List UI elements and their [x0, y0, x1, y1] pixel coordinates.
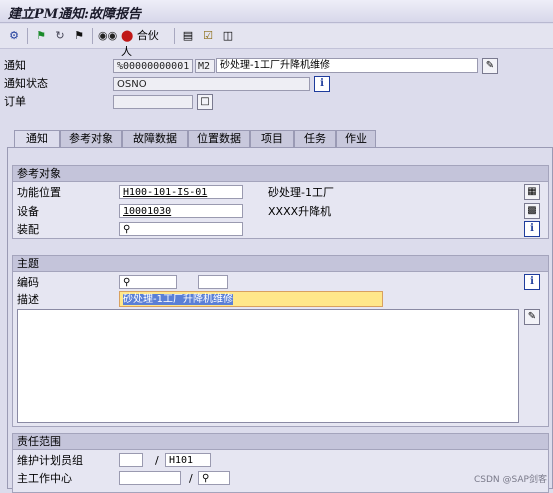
- description-value: 砂处理-1工厂升降机维修: [123, 294, 233, 305]
- equipment-structure-button[interactable]: ▩: [524, 203, 540, 219]
- binoculars-icon[interactable]: ◉◉: [98, 28, 117, 44]
- tab-items[interactable]: 项目: [250, 130, 294, 147]
- watermark: CSDN @SAP剑客: [474, 475, 547, 485]
- partner-icon: ⬤: [121, 29, 134, 42]
- main-work-center-label: 主工作中心: [17, 472, 72, 485]
- planning-plant-value: H101: [169, 455, 194, 466]
- partner-button[interactable]: ⬤ 合伙人: [121, 28, 169, 58]
- tab-activities[interactable]: 作业: [336, 130, 376, 147]
- status-info-button[interactable]: i: [314, 76, 330, 92]
- functional-location-description: 砂处理-1工厂: [268, 186, 334, 199]
- toolbar-separator: [27, 28, 28, 44]
- flag-green-icon[interactable]: ⚑: [33, 28, 49, 44]
- notification-text: 砂处理-1工厂升降机维修: [220, 60, 330, 71]
- approve-icon[interactable]: ☑: [200, 28, 216, 44]
- search-icon: ⚲: [202, 473, 210, 484]
- overview-icon[interactable]: ⚙: [6, 28, 22, 44]
- notification-type: M2: [198, 61, 211, 72]
- equipment-description: XXXX升降机: [268, 205, 332, 218]
- info-icon: i: [530, 223, 534, 234]
- info-icon: i: [530, 276, 534, 287]
- hierarchy-icon: ▩: [527, 205, 537, 216]
- tab-notification[interactable]: 通知: [14, 130, 60, 148]
- subject-group: 主题 编码 ⚲ i 描述 砂处理-1工厂升降机维修 ✎: [12, 255, 549, 427]
- coding-label: 编码: [17, 276, 39, 289]
- status-label: 通知状态: [4, 77, 48, 90]
- description-input[interactable]: 砂处理-1工厂升降机维修: [119, 291, 383, 307]
- subject-info-button[interactable]: i: [524, 274, 540, 290]
- equipment-label: 设备: [17, 205, 39, 218]
- planner-group-label: 维护计划员组: [17, 454, 83, 467]
- order-label: 订单: [4, 95, 26, 108]
- coding-code-input[interactable]: [198, 275, 228, 289]
- main-work-center-input[interactable]: [119, 471, 181, 485]
- order-input[interactable]: [113, 95, 193, 109]
- search-icon: ⚲: [123, 277, 131, 288]
- separator-slash: /: [155, 454, 159, 467]
- flag-black-icon[interactable]: ⚑: [71, 28, 87, 44]
- notes-icon[interactable]: ▤: [180, 28, 196, 44]
- functional-location-label: 功能位置: [17, 186, 61, 199]
- create-order-button[interactable]: □: [197, 94, 213, 110]
- notification-label: 通知: [4, 59, 26, 72]
- edit-long-text-button[interactable]: ✎: [524, 309, 540, 325]
- tab-location-data[interactable]: 位置数据: [188, 130, 250, 147]
- assembly-label: 装配: [17, 223, 39, 236]
- group-title: 主题: [13, 256, 548, 272]
- status-field: OSNO: [113, 77, 310, 91]
- tab-tasks[interactable]: 任务: [294, 130, 336, 147]
- toolbar-separator: [174, 28, 175, 44]
- planner-group-input[interactable]: [119, 453, 143, 467]
- edit-icon: ✎: [485, 60, 495, 71]
- work-center-plant-input[interactable]: ⚲: [198, 471, 230, 485]
- group-title: 参考对象: [13, 166, 548, 182]
- functional-location-input[interactable]: H100-101-IS-01: [119, 185, 243, 199]
- status-value: OSNO: [117, 79, 147, 90]
- application-toolbar: ⚙ ⚑ ↻ ⚑ ◉◉ ⬤ 合伙人 ▤ ☑ ◫: [0, 24, 553, 58]
- reference-object-group: 参考对象 功能位置 H100-101-IS-01 砂处理-1工厂 ▦ 设备 10…: [12, 165, 549, 239]
- group-title: 责任范围: [13, 434, 548, 450]
- assembly-input[interactable]: ⚲: [119, 222, 243, 236]
- planning-plant-input[interactable]: H101: [165, 453, 211, 467]
- document-icon: □: [200, 96, 210, 107]
- tab-reference-object[interactable]: 参考对象: [60, 130, 122, 147]
- description-label: 描述: [17, 293, 39, 306]
- notification-number-field: %00000000001: [113, 59, 193, 73]
- separator-slash: /: [189, 472, 193, 485]
- search-icon: ⚲: [123, 224, 131, 235]
- equipment-value: 10001030: [123, 206, 172, 217]
- toolbar-separator: [92, 28, 93, 44]
- long-text-editor[interactable]: [17, 309, 519, 423]
- export-icon[interactable]: ◫: [220, 28, 236, 44]
- refresh-icon[interactable]: ↻: [52, 28, 68, 44]
- window-title: 建立PM通知:故障报告: [8, 7, 141, 22]
- responsibility-group: 责任范围 维护计划员组 / H101 主工作中心 / ⚲: [12, 433, 549, 493]
- equipment-input[interactable]: 10001030: [119, 204, 243, 218]
- functional-location-value: H100-101-IS-01: [123, 187, 208, 198]
- hierarchy-icon: ▦: [527, 186, 537, 197]
- long-text-button[interactable]: ✎: [482, 58, 498, 74]
- notification-type-field: M2: [195, 59, 215, 73]
- notification-number: %00000000001: [117, 61, 190, 72]
- info-icon: i: [320, 78, 324, 89]
- reference-info-button[interactable]: i: [524, 221, 540, 237]
- edit-icon: ✎: [527, 311, 537, 322]
- coding-group-input[interactable]: ⚲: [119, 275, 177, 289]
- structure-display-button[interactable]: ▦: [524, 184, 540, 200]
- title-bar: 建立PM通知:故障报告: [0, 0, 553, 23]
- notification-text-input[interactable]: 砂处理-1工厂升降机维修: [216, 58, 478, 73]
- tab-malfunction-data[interactable]: 故障数据: [122, 130, 188, 147]
- tab-panel: 参考对象 功能位置 H100-101-IS-01 砂处理-1工厂 ▦ 设备 10…: [7, 147, 553, 493]
